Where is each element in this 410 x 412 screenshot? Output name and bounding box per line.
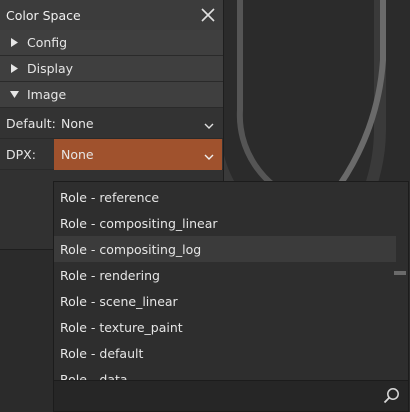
scrollbar-thumb[interactable]	[394, 271, 406, 275]
default-combo[interactable]: None	[54, 108, 222, 139]
dropdown-item-texture-paint[interactable]: Role - texture_paint	[54, 314, 396, 340]
section-image[interactable]: Image	[0, 82, 223, 108]
dpx-dropdown-popup: Role - reference Role - compositing_line…	[53, 181, 409, 412]
dropdown-item-rendering[interactable]: Role - rendering	[54, 262, 396, 288]
panel-titlebar: Color Space	[0, 0, 223, 30]
section-label: Image	[27, 87, 67, 102]
section-config[interactable]: Config	[0, 30, 223, 56]
combo-value: None	[61, 147, 94, 162]
triangle-down-icon	[10, 90, 24, 99]
dropdown-list: Role - reference Role - compositing_line…	[54, 184, 396, 380]
section-display[interactable]: Display	[0, 56, 223, 82]
triangle-right-icon	[10, 64, 24, 73]
chevron-down-icon	[204, 118, 214, 133]
combo-value: None	[61, 116, 94, 131]
dpx-label: DPX:	[6, 146, 36, 162]
dropdown-item-data[interactable]: Role - data	[54, 366, 396, 381]
default-label: Default:	[6, 115, 56, 131]
search-icon[interactable]	[383, 387, 400, 407]
dropdown-search-bar	[54, 380, 408, 411]
search-input[interactable]	[54, 381, 382, 411]
dpx-combo[interactable]: None	[54, 139, 222, 170]
chevron-down-icon	[204, 149, 214, 164]
section-label: Config	[27, 35, 68, 50]
dpx-row: DPX: None	[0, 139, 223, 170]
panel-title: Color Space	[6, 7, 81, 23]
triangle-right-icon	[10, 38, 24, 47]
default-row: Default: None	[0, 108, 223, 139]
dropdown-item-reference[interactable]: Role - reference	[54, 184, 396, 210]
dropdown-item-default[interactable]: Role - default	[54, 340, 396, 366]
dropdown-item-compositing-linear[interactable]: Role - compositing_linear	[54, 210, 396, 236]
dropdown-item-compositing-log[interactable]: Role - compositing_log	[54, 236, 396, 262]
close-icon[interactable]	[199, 6, 217, 24]
dropdown-item-scene-linear[interactable]: Role - scene_linear	[54, 288, 396, 314]
section-label: Display	[27, 61, 74, 76]
